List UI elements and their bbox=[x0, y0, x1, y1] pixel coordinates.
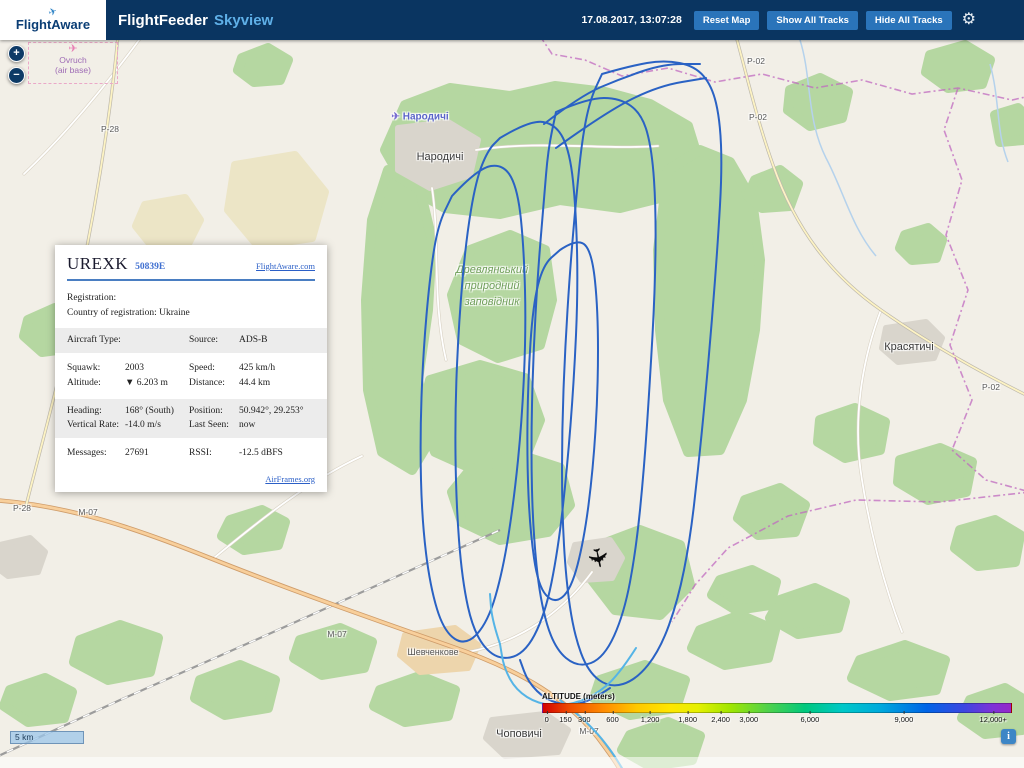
aircraft-type-value bbox=[125, 333, 189, 348]
app-title: FlightFeeder bbox=[118, 12, 208, 29]
last-seen-value: now bbox=[239, 418, 315, 433]
flightaware-logo[interactable]: ✈ FlightAware bbox=[0, 0, 106, 40]
speed-value: 425 km/h bbox=[239, 361, 315, 376]
farmland-areas bbox=[136, 155, 325, 246]
header: ✈ FlightAware FlightFeeder Skyview 17.08… bbox=[0, 0, 1024, 40]
map-scale-control: 5 km bbox=[10, 731, 84, 744]
panel-divider bbox=[67, 279, 315, 281]
registration-label: Registration: bbox=[67, 291, 315, 306]
aircraft-callsign: UREXK bbox=[67, 254, 128, 274]
panel-footer: AirFrames.org bbox=[55, 466, 327, 489]
squawk-value: 2003 bbox=[125, 361, 189, 376]
legend-tick-label: 300 bbox=[578, 715, 591, 724]
distance-label: Distance: bbox=[189, 376, 239, 391]
header-right: 17.08.2017, 13:07:28 Reset Map Show All … bbox=[581, 11, 1024, 30]
legend-ticks: 0 150 300 600 1,200 1,800 2,400 3,000 6,000 9,000… bbox=[542, 715, 1012, 726]
panel-header: UREXK 50839E FlightAware.com bbox=[55, 245, 327, 277]
messages-value: 27691 bbox=[125, 446, 189, 461]
squawk-speed-row: Squawk: 2003 Speed: 425 km/h Altitude: ▼… bbox=[55, 356, 327, 395]
rssi-label: RSSI: bbox=[189, 446, 239, 461]
altitude-legend: ALTITUDE (meters) 0 150 300 600 1,200 1,800 2,… bbox=[542, 692, 1012, 726]
show-all-tracks-button[interactable]: Show All Tracks bbox=[767, 11, 858, 30]
hide-all-tracks-button[interactable]: Hide All Tracks bbox=[866, 11, 952, 30]
aircraft-hex-code: 50839E bbox=[135, 262, 165, 272]
airframes-org-link[interactable]: AirFrames.org bbox=[265, 474, 315, 484]
flightaware-com-link[interactable]: FlightAware.com bbox=[256, 261, 315, 271]
altitude-value: ▼ 6.203 m bbox=[125, 376, 189, 391]
legend-tick-label: 2,400 bbox=[711, 715, 730, 724]
speed-label: Speed: bbox=[189, 361, 239, 376]
source-label: Source: bbox=[189, 333, 239, 348]
legend-tick-label: 150 bbox=[559, 715, 572, 724]
heading-value: 168° (South) bbox=[125, 404, 189, 419]
legend-tick-label: 1,200 bbox=[641, 715, 660, 724]
map-container[interactable]: ✈НародичіНародичіДревлянськийприроднийза… bbox=[0, 0, 1024, 768]
country-label: Country of registration: bbox=[67, 308, 157, 318]
airbase-plane-icon: ✈ bbox=[29, 44, 117, 55]
settings-gear-icon[interactable]: ⚙ bbox=[962, 12, 976, 28]
distance-value: 44.4 km bbox=[239, 376, 315, 391]
altitude-label: Altitude: bbox=[67, 376, 125, 391]
scale-label: 5 km bbox=[15, 732, 33, 742]
heading-position-row: Heading: 168° (South) Position: 50.942°,… bbox=[55, 399, 327, 438]
aircraft-info-panel: UREXK 50839E FlightAware.com Registratio… bbox=[55, 245, 327, 492]
attribution-bar bbox=[0, 757, 1024, 768]
position-label: Position: bbox=[189, 404, 239, 419]
position-value: 50.942°, 29.253° bbox=[239, 404, 315, 419]
last-seen-label: Last Seen: bbox=[189, 418, 239, 433]
legend-tick-label: 12,000+ bbox=[980, 715, 1007, 724]
map-info-button[interactable]: i bbox=[1001, 729, 1016, 744]
aircraft-type-label: Aircraft Type: bbox=[67, 333, 125, 348]
legend-title: ALTITUDE (meters) bbox=[542, 692, 1012, 701]
flightaware-logo-text: FlightAware bbox=[16, 18, 90, 32]
airbase-sub: (air base) bbox=[29, 65, 117, 75]
legend-tick-label: 600 bbox=[606, 715, 619, 724]
zoom-out-button[interactable]: − bbox=[8, 67, 25, 84]
flightaware-skyview-app: ✈НародичіНародичіДревлянськийприроднийза… bbox=[0, 0, 1024, 768]
heading-label: Heading: bbox=[67, 404, 125, 419]
registration-row: Registration: Country of registration: U… bbox=[55, 286, 327, 325]
legend-tick-label: 9,000 bbox=[895, 715, 914, 724]
legend-tick-label: 6,000 bbox=[801, 715, 820, 724]
messages-rssi-row: Messages: 27691 RSSI: -12.5 dBFS bbox=[55, 441, 327, 466]
source-value: ADS-B bbox=[239, 333, 315, 348]
header-timestamp: 17.08.2017, 13:07:28 bbox=[581, 14, 681, 26]
legend-tick-label: 3,000 bbox=[739, 715, 758, 724]
messages-label: Messages: bbox=[67, 446, 125, 461]
legend-tick-label: 1,800 bbox=[678, 715, 697, 724]
squawk-label: Squawk: bbox=[67, 361, 125, 376]
country-of-registration: Country of registration: Ukraine bbox=[67, 306, 315, 321]
vertical-rate-value: -14.0 m/s bbox=[125, 418, 189, 433]
aircraft-type-row: Aircraft Type: Source: ADS-B bbox=[55, 328, 327, 353]
app-subtitle: Skyview bbox=[214, 12, 273, 29]
airbase-name: Ovruch bbox=[29, 55, 117, 65]
rssi-value: -12.5 dBFS bbox=[239, 446, 315, 461]
legend-tick-label: 0 bbox=[545, 715, 549, 724]
ovruch-airbase-area: ✈ Ovruch (air base) bbox=[28, 42, 118, 84]
zoom-controls: + − bbox=[8, 45, 25, 84]
country-value: Ukraine bbox=[159, 308, 190, 318]
reset-map-button[interactable]: Reset Map bbox=[694, 11, 760, 30]
vertical-rate-label: Vertical Rate: bbox=[67, 418, 125, 433]
zoom-in-button[interactable]: + bbox=[8, 45, 25, 62]
